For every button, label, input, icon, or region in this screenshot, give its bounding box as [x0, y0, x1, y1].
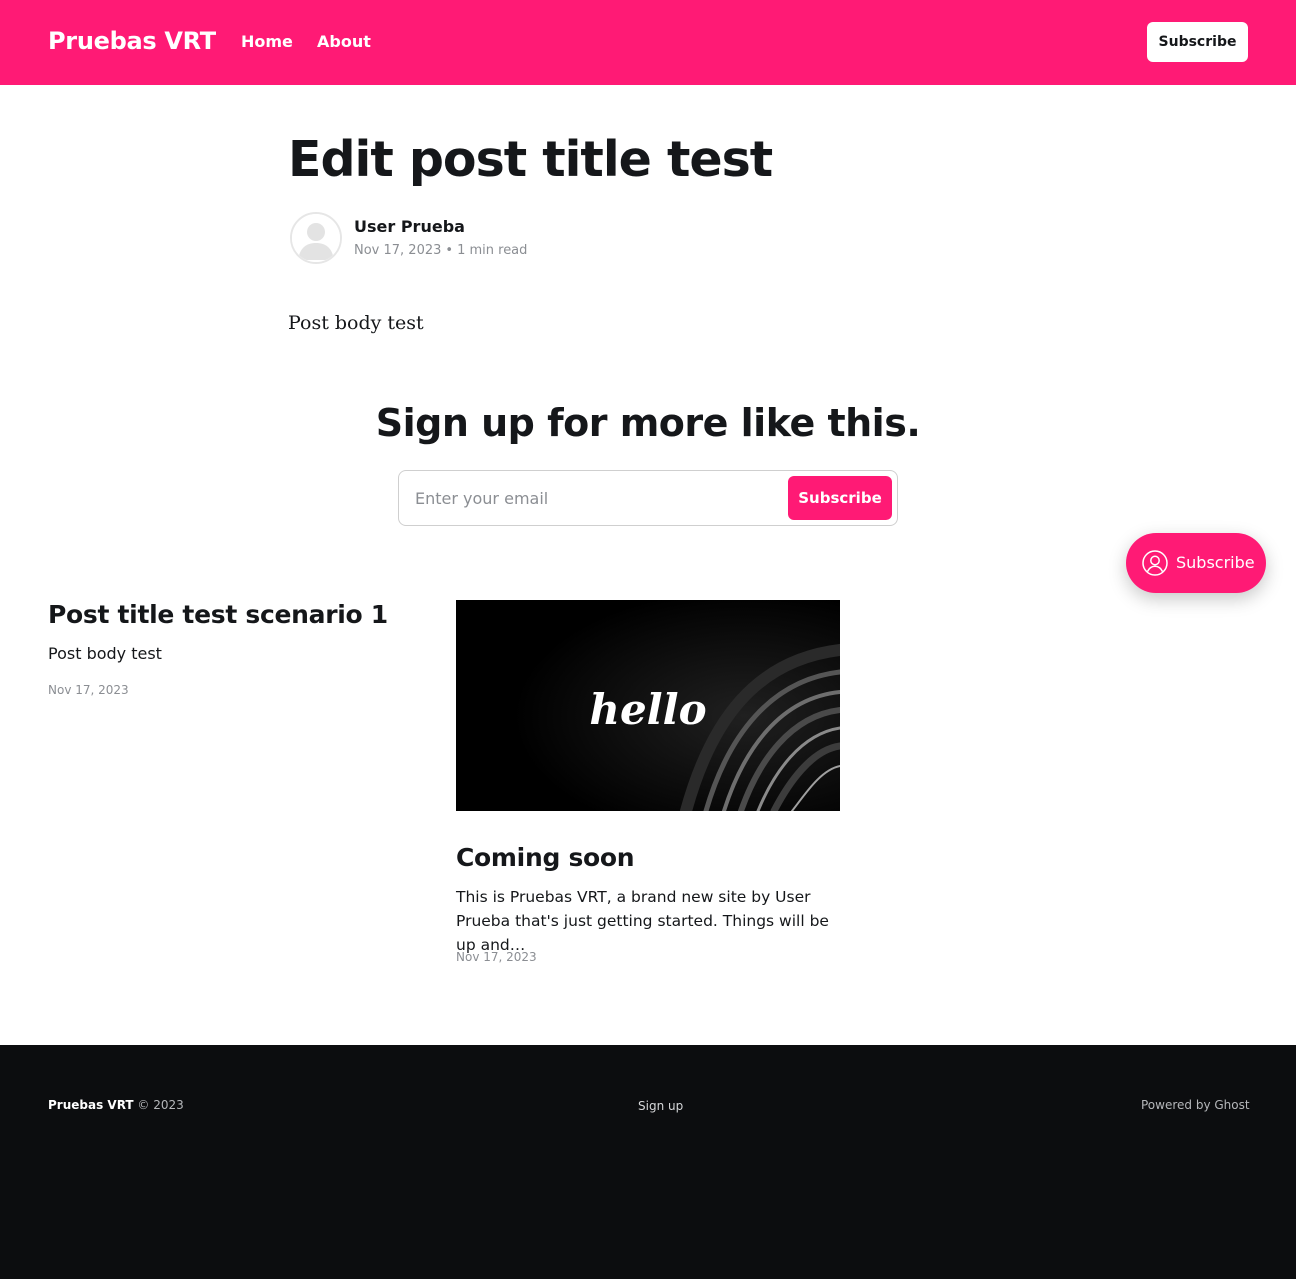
post-card-title[interactable]: Coming soon: [456, 841, 635, 875]
post-card-title[interactable]: Post title test scenario 1: [48, 598, 388, 632]
article-body: Post body test: [288, 312, 424, 334]
author-name-link[interactable]: User Prueba: [354, 216, 465, 238]
post-card-excerpt: This is Pruebas VRT, a brand new site by…: [456, 888, 829, 954]
feature-image-text: hello: [589, 685, 706, 734]
footer-signup-link[interactable]: Sign up: [638, 1098, 683, 1114]
signup-form: Subscribe: [398, 470, 898, 526]
cta-title: Sign up for more like this.: [375, 401, 921, 445]
email-input[interactable]: [400, 472, 784, 524]
site-header: Pruebas VRT Home About Subscribe: [0, 0, 1296, 85]
footer-copyright: Pruebas VRT © 2023: [48, 1097, 184, 1113]
author-avatar[interactable]: [290, 212, 342, 264]
user-circle-icon: [1142, 550, 1168, 576]
footer-copyright-year: © 2023: [137, 1098, 184, 1112]
post-card-excerpt: Post body test: [48, 644, 162, 663]
article-date: Nov 17, 2023: [354, 243, 442, 258]
byline-meta: Nov 17, 2023 • 1 min read: [354, 242, 527, 260]
feature-image-graphic: hello: [456, 600, 840, 811]
nav-item-home[interactable]: Home: [241, 31, 293, 53]
reading-time: 1 min read: [457, 243, 528, 258]
site-title-link[interactable]: Pruebas VRT: [48, 24, 216, 58]
footer-powered-by-link[interactable]: Powered by Ghost: [1141, 1097, 1250, 1113]
portal-subscribe-button[interactable]: Subscribe: [1126, 533, 1266, 593]
header-subscribe-button[interactable]: Subscribe: [1147, 22, 1248, 62]
nav-item-about[interactable]: About: [317, 31, 371, 53]
portal-subscribe-label: Subscribe: [1176, 553, 1255, 572]
post-card-date: Nov 17, 2023: [48, 683, 129, 697]
post-card-image[interactable]: hello: [456, 600, 840, 811]
site-footer: Pruebas VRT © 2023 Sign up Powered by Gh…: [0, 1045, 1296, 1279]
post-card-date: Nov 17, 2023: [456, 950, 537, 964]
user-avatar-icon: [292, 214, 340, 262]
byline-separator: •: [445, 243, 454, 258]
cta-subscribe-button[interactable]: Subscribe: [788, 476, 892, 520]
article-title: Edit post title test: [288, 131, 773, 188]
footer-site-link[interactable]: Pruebas VRT: [48, 1098, 134, 1112]
